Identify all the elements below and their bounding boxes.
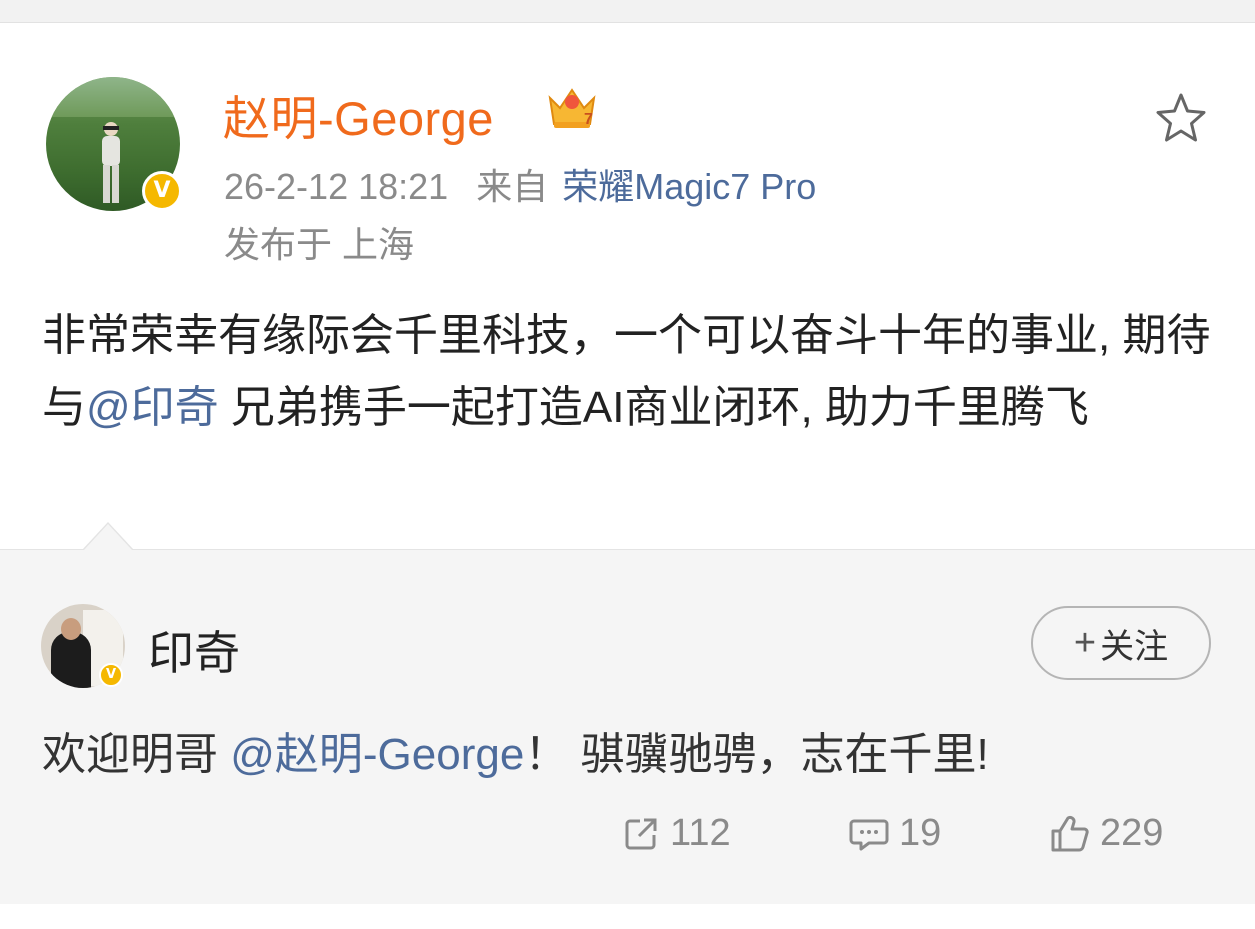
like-count: 229 bbox=[1100, 812, 1164, 854]
comment-count: 19 bbox=[899, 812, 942, 854]
repost-section: V 印奇 + 关注 欢迎明哥 @赵明-George！ 骐骥驰骋，志在千里! 11… bbox=[0, 522, 1255, 905]
follow-button[interactable]: + 关注 bbox=[1031, 606, 1211, 680]
post-timestamp: 26-2-12 18:21 bbox=[224, 166, 449, 207]
follow-label: 关注 bbox=[1100, 627, 1169, 666]
comment-icon bbox=[849, 819, 889, 850]
repost-text-2: ！ 骐骥驰骋，志在千里! bbox=[524, 730, 989, 779]
post-meta: 26-2-12 18:21 来自 荣耀Magic7 Pro bbox=[224, 158, 816, 210]
weibo-post-card: V 赵明-George 7 26-2-12 18:21 来自 荣耀Magic7 Pr… bbox=[0, 23, 1255, 549]
plus-icon: + bbox=[1073, 621, 1097, 664]
author-avatar[interactable]: V bbox=[46, 77, 182, 213]
like-button[interactable]: 229 bbox=[1050, 812, 1163, 855]
repost-text: 欢迎明哥 @赵明-George！ 骐骥驰骋，志在千里! bbox=[42, 718, 989, 782]
notch bbox=[84, 524, 132, 550]
mention-link[interactable]: @印奇 bbox=[86, 383, 219, 432]
source-device[interactable]: 荣耀Magic7 Pro bbox=[562, 166, 816, 207]
person-figure bbox=[102, 122, 120, 203]
repost-author-name[interactable]: 印奇 bbox=[148, 617, 240, 683]
star-icon[interactable] bbox=[1152, 90, 1210, 148]
repost-mention-link[interactable]: @赵明-George bbox=[230, 730, 524, 779]
bottom-strip bbox=[0, 904, 1255, 929]
repost-count: 112 bbox=[670, 812, 731, 854]
repost-author-avatar[interactable]: V bbox=[41, 604, 127, 690]
crown-badge-icon[interactable]: 7 bbox=[546, 84, 598, 132]
post-body-text-2: 兄弟携手一起打造AI商业闭环, 助力千里腾飞 bbox=[218, 383, 1089, 432]
verified-icon: V bbox=[142, 171, 182, 211]
source-prefix: 来自 bbox=[476, 166, 549, 207]
author-name[interactable]: 赵明-George bbox=[223, 80, 494, 149]
post-location: 发布于 上海 bbox=[224, 224, 415, 265]
repost-text-1: 欢迎明哥 bbox=[42, 730, 231, 779]
top-divider-strip bbox=[0, 0, 1255, 23]
repost-icon bbox=[625, 818, 657, 849]
vip-level: 7 bbox=[584, 111, 593, 128]
verified-icon: V bbox=[99, 663, 123, 687]
comment-button[interactable]: 19 bbox=[849, 812, 941, 855]
repost-button[interactable]: 112 bbox=[622, 812, 731, 855]
post-body: 非常荣幸有缘际会千里科技，一个可以奋斗十年的事业, 期待与@印奇 兄弟携手一起打… bbox=[42, 300, 1222, 444]
like-icon bbox=[1051, 815, 1089, 851]
